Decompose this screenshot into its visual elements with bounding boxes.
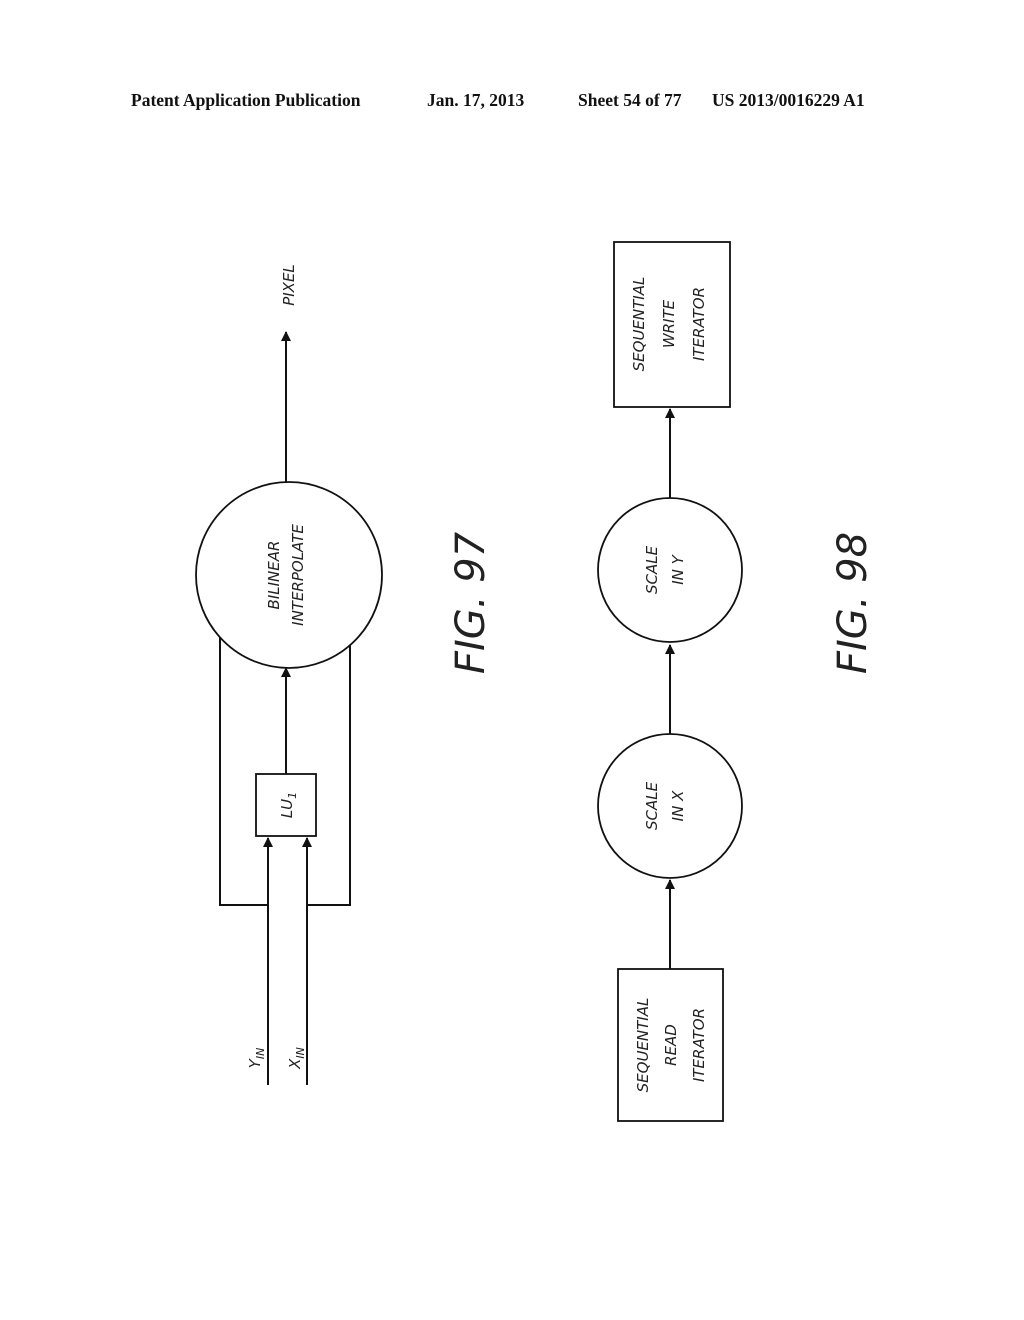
interpolate-label-line1: BILINEAR (265, 541, 283, 610)
pixel-output-label: PIXEL (280, 264, 298, 306)
read-label-line2: READ (662, 1024, 680, 1066)
write-label-line1: SEQUENTIAL (630, 277, 648, 372)
write-label-line2: WRITE (660, 299, 678, 348)
scaley-label-line2: IN Y (669, 553, 687, 584)
fig98: SEQUENTIAL READ ITERATOR SCALE IN X SCAL… (597, 241, 876, 1122)
x-in-label: XIN (286, 1047, 307, 1070)
write-label-line3: ITERATOR (690, 287, 708, 361)
x-in-sub: IN (294, 1047, 307, 1058)
read-label-line3: ITERATOR (690, 1008, 708, 1082)
read-label-line1: SEQUENTIAL (634, 998, 652, 1093)
interpolate-label-line2: INTERPOLATE (289, 524, 307, 626)
x-in-main: X (286, 1058, 304, 1070)
fig97: BILINEAR INTERPOLATE LU1 PIXEL YIN XIN F… (195, 264, 494, 1085)
patent-drawing: BILINEAR INTERPOLATE LU1 PIXEL YIN XIN F… (195, 241, 876, 1122)
scaley-label-line1: SCALE (643, 545, 661, 594)
y-in-label: YIN (246, 1048, 267, 1069)
lookup-label-main: LU (278, 799, 296, 818)
scalex-label-line2: IN X (669, 790, 687, 821)
scalex-label-line1: SCALE (643, 781, 661, 830)
fig98-caption: FIG. 98 (830, 532, 876, 674)
fig97-caption: FIG. 97 (448, 531, 494, 674)
y-in-sub: IN (254, 1048, 267, 1059)
lookup-label-sub: 1 (286, 792, 299, 799)
